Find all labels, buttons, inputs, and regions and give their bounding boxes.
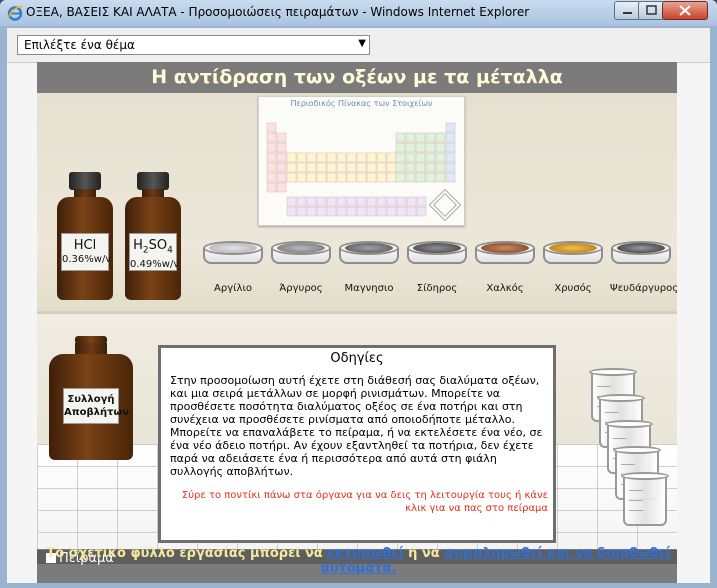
metal-label-iron: Σίδηρος [416, 283, 458, 294]
footer-middle: ή να [403, 546, 445, 561]
beaker-tick [629, 500, 643, 501]
instructions-paragraph-1: Στην προσομοίωση αυτή έχετε στη διάθεσή … [170, 374, 540, 426]
metal-dish-silver[interactable] [271, 241, 331, 279]
instructions-hint: Σύρε το ποντίκι πάνω στα όργανα για να δ… [181, 490, 548, 514]
internet-explorer-icon [7, 6, 23, 21]
waste-label-line2: Αποβλήτων [64, 407, 130, 418]
metal-dish-gold[interactable] [543, 241, 603, 279]
beaker-tick [629, 510, 643, 511]
beaker-lip [613, 446, 661, 454]
beaker-tick [621, 464, 635, 465]
beaker-lip [605, 420, 653, 428]
instructions-body: Στην προσομοίωση αυτή έχετε στη διάθεσή … [170, 374, 548, 478]
instructions-panel[interactable]: Οδηγίες Στην προσομοίωση αυτή έχετε στη … [158, 345, 556, 543]
metal-filings [209, 243, 257, 253]
waste-label-line1: Συλλογή [67, 394, 115, 405]
beaker-lip [621, 472, 669, 480]
chevron-down-icon: ▼ [358, 38, 366, 49]
topic-select-value: Επιλέξτε ένα θέμα [24, 38, 135, 52]
close-icon [679, 5, 691, 16]
page-content: Επιλέξτε ένα θέμα ▼ Η αντίδραση των οξέω… [7, 28, 710, 583]
periodic-table-title: Περιοδικός Πίνακας των Στοιχείων [290, 99, 433, 108]
title-bar: ΟΞΕΑ, ΒΑΣΕΙΣ ΚΑΙ ΑΛΑΤΑ - Προσομοιώσεις π… [0, 0, 717, 26]
maximize-icon [646, 5, 657, 15]
bottle-cap [137, 172, 169, 190]
close-button[interactable] [662, 1, 708, 20]
h2so4-label: H2SO4 0.49%w/v [129, 233, 180, 271]
reagent-shelf: Περιοδικός Πίνακας των Στοιχείων HCl 0.3… [37, 93, 677, 319]
metal-filings [549, 243, 597, 253]
print-worksheet-link[interactable]: εκτυπωθεί [327, 546, 403, 561]
metal-label-zinc: Ψευδάργυρος [609, 283, 679, 294]
waste-label: Συλλογή Αποβλήτων [63, 388, 130, 424]
beaker-tick [629, 490, 643, 491]
minimize-icon [623, 12, 632, 14]
bottle-cap [69, 172, 101, 190]
metal-filings [481, 243, 529, 253]
footer-prefix: Το σχετικό φύλλο εργασίας μπορεί να [46, 546, 328, 561]
metal-dish-zinc[interactable] [611, 241, 671, 279]
simulation-stage: Η αντίδραση των οξέων με τα μέταλλα Περι… [37, 62, 678, 583]
periodic-table-grid [266, 122, 462, 222]
h2so4-h: H [133, 238, 143, 253]
maximize-button[interactable] [638, 1, 665, 20]
beaker-lip [597, 394, 645, 402]
metal-dish-magnesium[interactable] [339, 241, 399, 279]
beaker-tick [613, 438, 627, 439]
metal-label-copper: Χαλκός [486, 283, 524, 294]
metal-dish-iron[interactable] [407, 241, 467, 279]
hcl-concentration: 0.36%w/v [62, 254, 112, 265]
topic-select[interactable]: Επιλέξτε ένα θέμα ▼ [17, 35, 370, 55]
beaker-tick [597, 386, 611, 387]
hcl-bottle[interactable]: HCl 0.36%w/v [57, 172, 113, 300]
h2so4-concentration: 0.49%w/v [130, 258, 180, 270]
metal-label-aluminium: Αργίλιο [214, 283, 252, 294]
window-title: ΟΞΕΑ, ΒΑΣΕΙΣ ΚΑΙ ΑΛΑΤΑ - Προσομοιώσεις π… [26, 5, 530, 19]
topic-bar: Επιλέξτε ένα θέμα ▼ [7, 28, 710, 63]
metal-filings [617, 243, 665, 253]
metal-label-magnesium: Μαγνησιο [344, 283, 394, 294]
h2so4-sub2: 4 [167, 245, 173, 256]
h2so4-so: SO [148, 238, 168, 253]
minimize-button[interactable] [614, 1, 641, 20]
metal-dish-copper[interactable] [475, 241, 535, 279]
beaker-5[interactable] [621, 472, 669, 526]
metal-dish-aluminium[interactable] [203, 241, 263, 279]
hcl-name: HCl [73, 238, 97, 253]
beaker-tick [605, 412, 619, 413]
page-title: Η αντίδραση των οξέων με τα μέταλλα [151, 66, 563, 88]
instructions-title: Οδηγίες [330, 351, 384, 366]
metal-filings [277, 243, 325, 253]
beaker-lip [589, 368, 637, 376]
metal-filings [413, 243, 461, 253]
instructions-paragraph-2: Μπορείτε να επαναλάβετε το πείραμα, ή να… [170, 426, 543, 478]
worksheet-footer: Το σχετικό φύλλο εργασίας μπορεί να εκτυ… [7, 546, 710, 576]
waste-collection-bottle[interactable]: Συλλογή Αποβλήτων [49, 336, 133, 460]
metal-filings [345, 243, 393, 253]
metal-label-gold: Χρυσός [554, 283, 592, 294]
h2so4-name: H2SO4 [130, 238, 176, 259]
periodic-table-poster[interactable]: Περιοδικός Πίνακας των Στοιχείων [258, 96, 465, 226]
h2so4-bottle[interactable]: H2SO4 0.49%w/v [125, 172, 181, 300]
hcl-label: HCl 0.36%w/v [61, 233, 112, 271]
metal-label-silver: Άργυρος [279, 283, 323, 294]
browser-window: ΟΞΕΑ, ΒΑΣΕΙΣ ΚΑΙ ΑΛΑΤΑ - Προσομοιώσεις π… [0, 0, 717, 588]
